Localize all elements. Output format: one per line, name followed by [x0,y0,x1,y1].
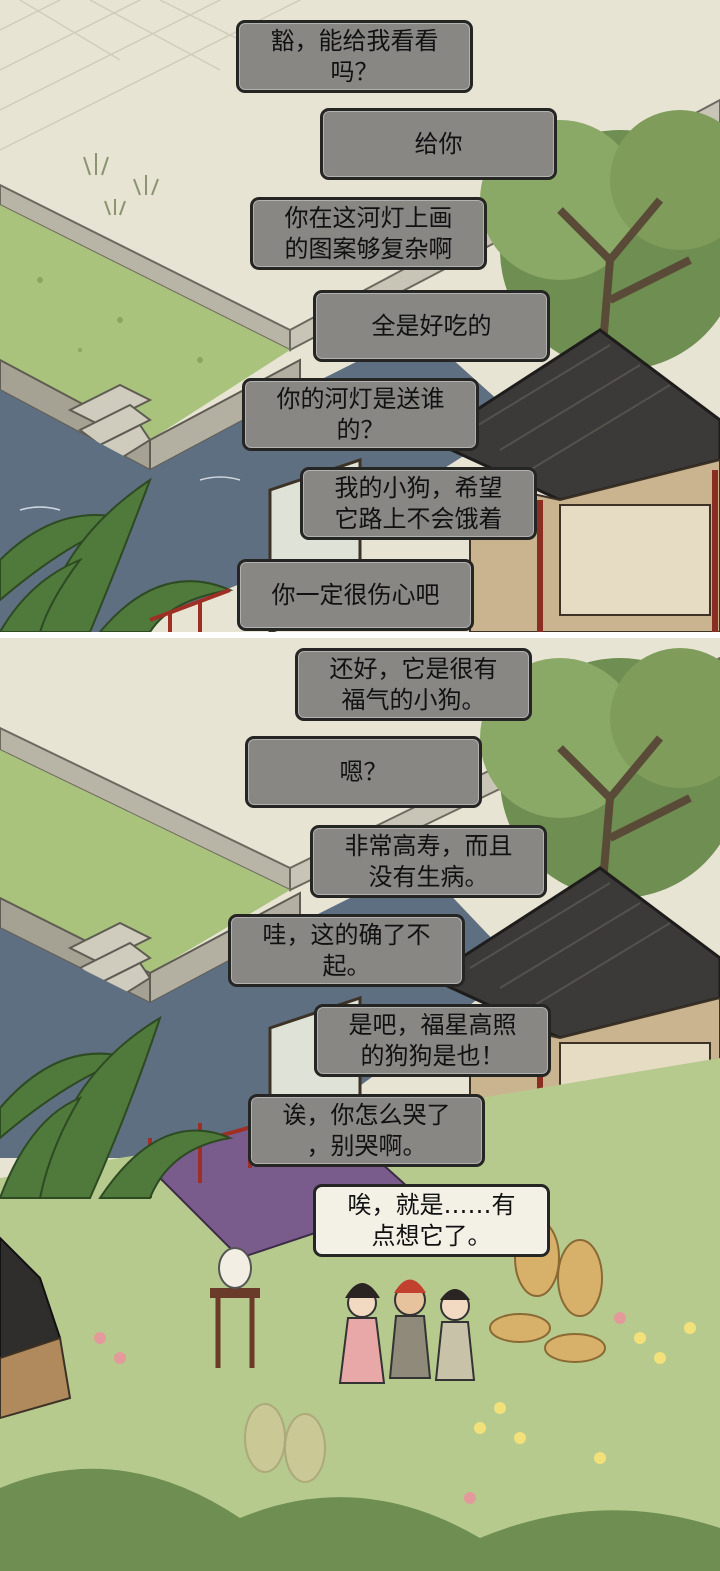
speech-bubble: 豁，能给我看看 吗？ [236,20,473,93]
speech-bubble: 哇，这的确了不 起。 [228,914,465,987]
speech-bubble: 嗯？ [245,736,482,808]
speech-bubble: 非常高寿，而且 没有生病。 [310,825,547,898]
characters [338,1279,476,1384]
speech-bubble: 你一定很伤心吧 [237,559,474,631]
speech-bubble: 是吧，福星高照 的狗狗是也！ [314,1004,551,1077]
speech-bubble: 我的小狗，希望 它路上不会饿着 [300,467,537,540]
comic-page: 豁，能给我看看 吗？ 给你 你在这河灯上画 的图案够复杂啊 全是好吃的 你的河灯… [0,0,720,1571]
speech-bubble: 给你 [320,108,557,180]
comic-panel-2: 还好，它是很有 福气的小狗。 嗯？ 非常高寿，而且 没有生病。 哇，这的确了不 … [0,638,720,1571]
speech-bubble: 你的河灯是送谁 的？ [242,378,479,451]
speech-bubble: 诶，你怎么哭了 ，别哭啊。 [248,1094,485,1167]
comic-panel-1: 豁，能给我看看 吗？ 给你 你在这河灯上画 的图案够复杂啊 全是好吃的 你的河灯… [0,0,720,632]
speech-bubble: 唉，就是……有 点想它了。 [313,1184,550,1257]
speech-bubble: 还好，它是很有 福气的小狗。 [295,648,532,721]
speech-bubble: 你在这河灯上画 的图案够复杂啊 [250,197,487,270]
speech-bubble: 全是好吃的 [313,290,550,362]
